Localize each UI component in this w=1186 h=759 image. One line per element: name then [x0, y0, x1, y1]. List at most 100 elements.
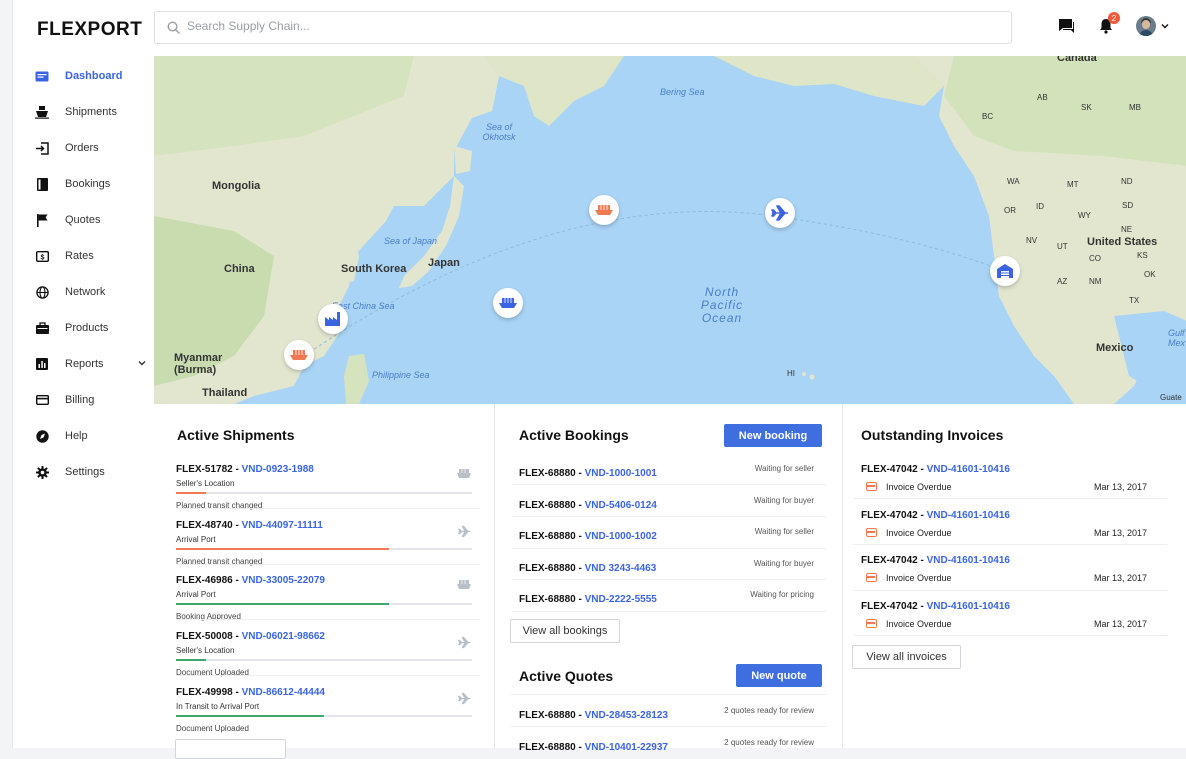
flexport-logo[interactable]: FLEXPORT [37, 19, 142, 41]
map-label-nv: NV [1026, 236, 1038, 245]
invoice-icon [866, 528, 877, 537]
vendor-link[interactable]: VND-41601-10416 [927, 464, 1010, 475]
search-input[interactable] [187, 19, 967, 33]
shipment-item[interactable]: FLEX-48740 - VND-44097-11111 Arrival Por… [176, 515, 481, 566]
map-pin-ship[interactable] [579, 195, 619, 233]
shipment-item[interactable]: FLEX-46986 - VND-33005-22079 Arrival Por… [176, 570, 481, 621]
chevron-down-icon[interactable] [137, 358, 147, 368]
booking-row[interactable]: FLEX-68880 - VND 3243-4463 Waiting for b… [519, 548, 814, 579]
vendor-link[interactable]: VND-41601-10416 [927, 601, 1010, 612]
invoice-item[interactable]: FLEX-47042 - VND-41601-10416 Invoice Ove… [861, 505, 1167, 543]
vendor-link[interactable]: VND-1000-1001 [585, 468, 657, 479]
booking-row[interactable]: FLEX-68880 - VND-1000-1002 Waiting for s… [519, 516, 814, 547]
vendor-link[interactable]: VND-2222-5555 [585, 594, 657, 605]
booking-id[interactable]: FLEX-68880 [519, 594, 576, 605]
shipment-item[interactable]: FLEX-50008 - VND-06021-98662 Seller's Lo… [176, 626, 481, 677]
invoice-date: Mar 13, 2017 [1093, 528, 1147, 538]
sidebar-item-help[interactable]: Help [27, 418, 147, 454]
sidebar-item-label: Billing [65, 394, 95, 406]
invoice-id[interactable]: FLEX-47042 [861, 464, 918, 475]
map-label-ks: KS [1137, 251, 1148, 260]
invoice-item[interactable]: FLEX-47042 - VND-41601-10416 Invoice Ove… [861, 550, 1167, 588]
vendor-link[interactable]: VND-5406-0124 [585, 500, 657, 511]
quote-id[interactable]: FLEX-68880 [519, 710, 576, 721]
vendor-link[interactable]: VND-86612-44444 [242, 687, 325, 698]
view-all-invoices-button[interactable]: View all invoices [852, 645, 961, 669]
invoice-id[interactable]: FLEX-47042 [861, 601, 918, 612]
shipment-item[interactable]: FLEX-51782 - VND-0923-1988 Seller's Loca… [176, 459, 481, 510]
vendor-link[interactable]: VND-06021-98662 [242, 631, 325, 642]
sidebar-item-orders[interactable]: Orders [27, 130, 147, 166]
new-quote-button[interactable]: New quote [736, 664, 822, 687]
search-bar[interactable] [154, 11, 1012, 44]
progress-fill [176, 548, 390, 550]
invoice-item[interactable]: FLEX-47042 - VND-41601-10416 Invoice Ove… [861, 596, 1167, 634]
vendor-link[interactable]: VND-33005-22079 [242, 575, 325, 586]
map-pin-warehouse[interactable] [980, 256, 1020, 294]
vendor-link[interactable]: VND-0923-1988 [242, 464, 314, 475]
sidebar-item-dashboard[interactable]: Dashboard [27, 58, 147, 94]
map-pin-plane[interactable] [755, 198, 795, 236]
sidebar-item-rates[interactable]: $ Rates [27, 238, 147, 274]
vendor-link[interactable]: VND-28453-28123 [585, 710, 668, 721]
map-label-japan: Japan [428, 257, 460, 269]
booking-row[interactable]: FLEX-68880 - VND-1000-1001 Waiting for s… [519, 453, 814, 484]
shipment-id[interactable]: FLEX-46986 [176, 575, 233, 586]
map-pin-ship[interactable] [483, 288, 523, 326]
quote-row[interactable]: FLEX-68880 - VND-10401-22937 2 quotes re… [519, 727, 814, 758]
booking-status: Waiting for seller [754, 464, 814, 473]
booking-row[interactable]: FLEX-68880 - VND-2222-5555 Waiting for p… [519, 579, 814, 610]
sidebar-item-billing[interactable]: Billing [27, 382, 147, 418]
invoice-item[interactable]: FLEX-47042 - VND-41601-10416 Invoice Ove… [861, 459, 1167, 497]
booking-id[interactable]: FLEX-68880 [519, 531, 576, 542]
progress-track [176, 603, 472, 605]
messages-button[interactable] [1056, 16, 1076, 36]
invoice-status: Invoice Overdue [886, 528, 952, 538]
view-all-bookings-button[interactable]: View all bookings [510, 619, 620, 643]
ship-icon [35, 105, 49, 119]
quote-row[interactable]: FLEX-68880 - VND-28453-28123 2 quotes re… [519, 695, 814, 726]
shipment-id[interactable]: FLEX-48740 [176, 520, 233, 531]
sidebar-item-products[interactable]: Products [27, 310, 147, 346]
sidebar-item-network[interactable]: Network [27, 274, 147, 310]
invoice-id[interactable]: FLEX-47042 [861, 510, 918, 521]
shipment-map[interactable]: Canada Bering Sea Sea of Okhotsk Mongoli… [154, 56, 1186, 404]
vendor-link[interactable]: VND-44097-11111 [242, 520, 323, 531]
booking-row[interactable]: FLEX-68880 - VND-5406-0124 Waiting for b… [519, 485, 814, 516]
shipment-item[interactable]: FLEX-49998 - VND-86612-44444 In Transit … [176, 682, 481, 733]
sidebar-item-quotes[interactable]: Quotes [27, 202, 147, 238]
sidebar-item-settings[interactable]: Settings [27, 454, 147, 490]
cargo-ship-icon [595, 205, 613, 215]
invoice-status: Invoice Overdue [886, 482, 952, 492]
map-label-or: OR [1004, 206, 1016, 215]
new-booking-button[interactable]: New booking [724, 424, 822, 447]
sidebar-item-reports[interactable]: Reports [27, 346, 147, 382]
shipment-id[interactable]: FLEX-49998 [176, 687, 233, 698]
invoice-icon [866, 619, 877, 628]
shipment-id[interactable]: FLEX-51782 [176, 464, 233, 475]
sidebar-item-shipments[interactable]: Shipments [27, 94, 147, 130]
vendor-link[interactable]: VND-1000-1002 [585, 531, 657, 542]
user-menu[interactable] [1136, 16, 1170, 36]
booking-id[interactable]: FLEX-68880 [519, 563, 576, 574]
booking-id[interactable]: FLEX-68880 [519, 500, 576, 511]
invoice-date: Mar 13, 2017 [1093, 619, 1147, 629]
sidebar-item-label: Dashboard [65, 70, 123, 82]
vendor-link[interactable]: VND-41601-10416 [927, 555, 1010, 566]
vendor-link[interactable]: VND 3243-4463 [585, 563, 657, 574]
map-label-az: AZ [1057, 277, 1068, 286]
shipment-id[interactable]: FLEX-50008 [176, 631, 233, 642]
plane-icon [771, 205, 788, 221]
view-all-shipments-button[interactable] [175, 739, 286, 759]
invoice-id[interactable]: FLEX-47042 [861, 555, 918, 566]
map-label-philippine-sea: Philippine Sea [372, 370, 430, 380]
map-pin-ship[interactable] [274, 340, 314, 378]
map-label-myanmar: Myanmar (Burma) [174, 352, 223, 376]
quote-status: 2 quotes ready for review [724, 738, 814, 747]
map-label-sd: SD [1122, 201, 1134, 210]
sidebar-item-bookings[interactable]: Bookings [27, 166, 147, 202]
vendor-link[interactable]: VND-41601-10416 [927, 510, 1010, 521]
map-pin-factory[interactable] [308, 304, 348, 342]
booking-id[interactable]: FLEX-68880 [519, 468, 576, 479]
notifications-button[interactable]: 2 [1096, 12, 1120, 36]
